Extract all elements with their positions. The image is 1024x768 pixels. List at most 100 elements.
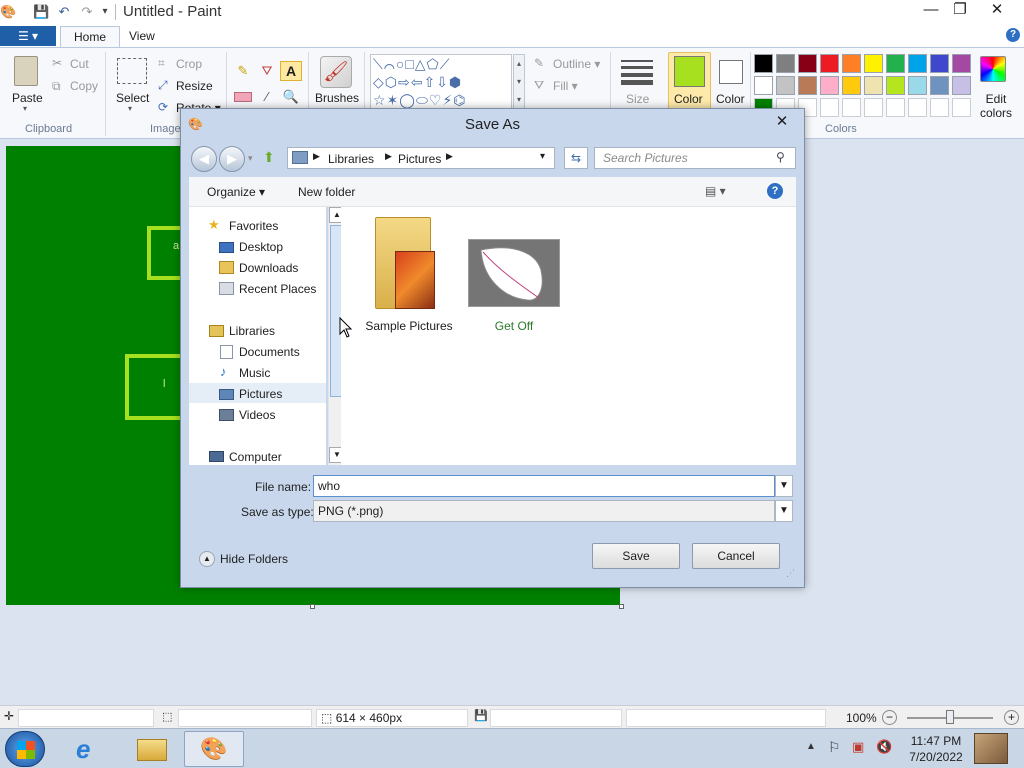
breadcrumb-pictures[interactable]: Pictures [398,152,441,166]
nav-music[interactable]: Music [239,366,270,380]
crop-icon[interactable]: ⌗ [158,56,165,71]
organize-button[interactable]: Organize ▾ [207,185,265,199]
palette-swatch[interactable] [798,76,817,95]
custom-color-swatch[interactable] [842,98,861,117]
size-grip-icon[interactable]: ⋰ [786,568,795,579]
palette-swatch[interactable] [952,54,971,73]
edit-colors-button[interactable]: Edit colors [978,92,1014,120]
brushes-icon[interactable]: 🖌 [320,56,352,88]
breadcrumb-separator-icon[interactable]: ▶ [385,151,392,162]
paint-app-icon[interactable]: 🎨 [0,4,16,20]
back-button[interactable]: ◀ [191,146,217,172]
pencil-icon[interactable]: ✎ [234,62,252,80]
save-as-type-dropdown-icon[interactable]: ▼ [775,500,793,522]
paste-icon[interactable] [14,56,38,86]
copy-icon[interactable]: ⧉ [52,79,61,94]
hide-folders-button[interactable]: Hide Folders [220,552,288,566]
eraser-icon[interactable] [234,92,252,102]
palette-swatch[interactable] [820,76,839,95]
clock-date[interactable]: 7/20/2022 [906,750,966,764]
select-dropdown-icon[interactable]: ▾ [128,104,132,113]
palette-swatch[interactable] [820,54,839,73]
cut-button[interactable]: Cut [70,57,89,71]
palette-swatch[interactable] [864,54,883,73]
nav-downloads[interactable]: Downloads [239,261,298,275]
save-as-type-select[interactable]: PNG (*.png) [313,500,775,522]
taskbar-paint[interactable]: 🎨 [184,731,244,767]
rotate-icon[interactable]: ⟳ [158,100,168,114]
zoom-slider-thumb[interactable] [946,710,954,724]
palette-swatch[interactable] [798,54,817,73]
custom-color-swatch[interactable] [886,98,905,117]
copy-button[interactable]: Copy [70,79,98,93]
file-name-dropdown-icon[interactable]: ▼ [775,475,793,497]
select-icon[interactable] [117,58,147,84]
palette-swatch[interactable] [886,54,905,73]
palette-swatch[interactable] [864,76,883,95]
fill-button[interactable]: Fill ▾ [553,79,578,93]
search-input[interactable]: Search Pictures [594,147,796,169]
custom-color-swatch[interactable] [820,98,839,117]
nav-favorites[interactable]: Favorites [229,219,278,233]
breadcrumb-libraries[interactable]: Libraries [328,152,374,166]
palette-swatch[interactable] [776,76,795,95]
new-folder-button[interactable]: New folder [298,185,355,199]
resize-handle-corner[interactable] [619,604,624,609]
brushes-button[interactable]: Brushes [315,91,359,105]
dialog-close-button[interactable]: ✕ [769,111,795,133]
hide-folders-icon[interactable]: ▲ [199,551,215,567]
refresh-button[interactable]: ⇆ [564,147,588,169]
taskbar-internet-explorer[interactable]: e [60,731,120,767]
dialog-help-icon[interactable]: ? [767,183,783,199]
start-button[interactable] [5,731,45,767]
volume-icon[interactable]: 🔇 [876,739,892,755]
address-bar[interactable]: ▶ Libraries ▶ Pictures ▶ ▾ [287,147,555,169]
resize-button[interactable]: Resize [176,79,213,93]
save-icon[interactable]: 💾 [33,4,49,20]
paste-button[interactable]: Paste [12,91,43,105]
taskbar-file-explorer[interactable] [122,731,182,767]
palette-swatch[interactable] [776,54,795,73]
action-center-icon[interactable]: ⚐ [828,739,841,756]
palette-swatch[interactable] [842,76,861,95]
edit-colors-icon[interactable] [980,56,1006,82]
fill-shape-icon[interactable]: ⛛ [534,78,544,93]
nav-libraries[interactable]: Libraries [229,324,275,338]
nav-documents[interactable]: Documents [239,345,300,359]
text-icon[interactable]: A [280,61,302,81]
customize-quick-access-icon[interactable]: ▾ [97,4,113,20]
resize-handle-bottom[interactable] [310,604,315,609]
cancel-button[interactable]: Cancel [692,543,780,569]
tab-home[interactable]: Home [60,26,121,48]
shapes-gallery[interactable]: ⟍⌒○□△⬠⟋ ◇⬡⇨⇦⇧⇩⬢ ☆✶◯⬭♡⚡⌬ [370,54,512,110]
palette-swatch[interactable] [842,54,861,73]
palette-swatch[interactable] [754,76,773,95]
palette-swatch[interactable] [908,76,927,95]
up-folder-icon[interactable]: ⬆ [263,149,275,166]
breadcrumb-separator-icon[interactable]: ▶ [446,151,453,162]
file-menu-button[interactable]: ☰ ▾ [0,26,56,46]
undo-icon[interactable]: ↶ [56,4,72,20]
forward-button[interactable]: ▶ [219,146,245,172]
paste-dropdown-icon[interactable]: ▾ [23,104,27,113]
shapes-scroll-icon[interactable]: ▴ ▾ ▾ [513,54,525,110]
palette-swatch[interactable] [886,76,905,95]
nav-computer[interactable]: Computer [229,450,282,464]
show-hidden-icons[interactable]: ▲ [806,741,816,752]
view-options-icon[interactable]: ▤ ▾ [705,184,726,198]
user-avatar[interactable] [974,733,1008,764]
clock-time[interactable]: 11:47 PM [908,734,964,748]
fill-icon[interactable]: ⛛ [258,62,276,80]
nav-videos[interactable]: Videos [239,408,275,422]
custom-color-swatch[interactable] [864,98,883,117]
size-icon[interactable] [621,58,653,85]
select-button[interactable]: Select [116,91,149,105]
cut-icon[interactable]: ✂ [52,56,62,70]
resize-icon[interactable]: ⤢ [158,78,168,93]
folder-item[interactable]: Sample Pictures [363,215,453,333]
search-icon[interactable]: ⚲ [776,150,785,164]
zoom-out-button[interactable]: − [882,710,897,725]
palette-swatch[interactable] [930,54,949,73]
palette-swatch[interactable] [754,54,773,73]
palette-swatch[interactable] [952,76,971,95]
